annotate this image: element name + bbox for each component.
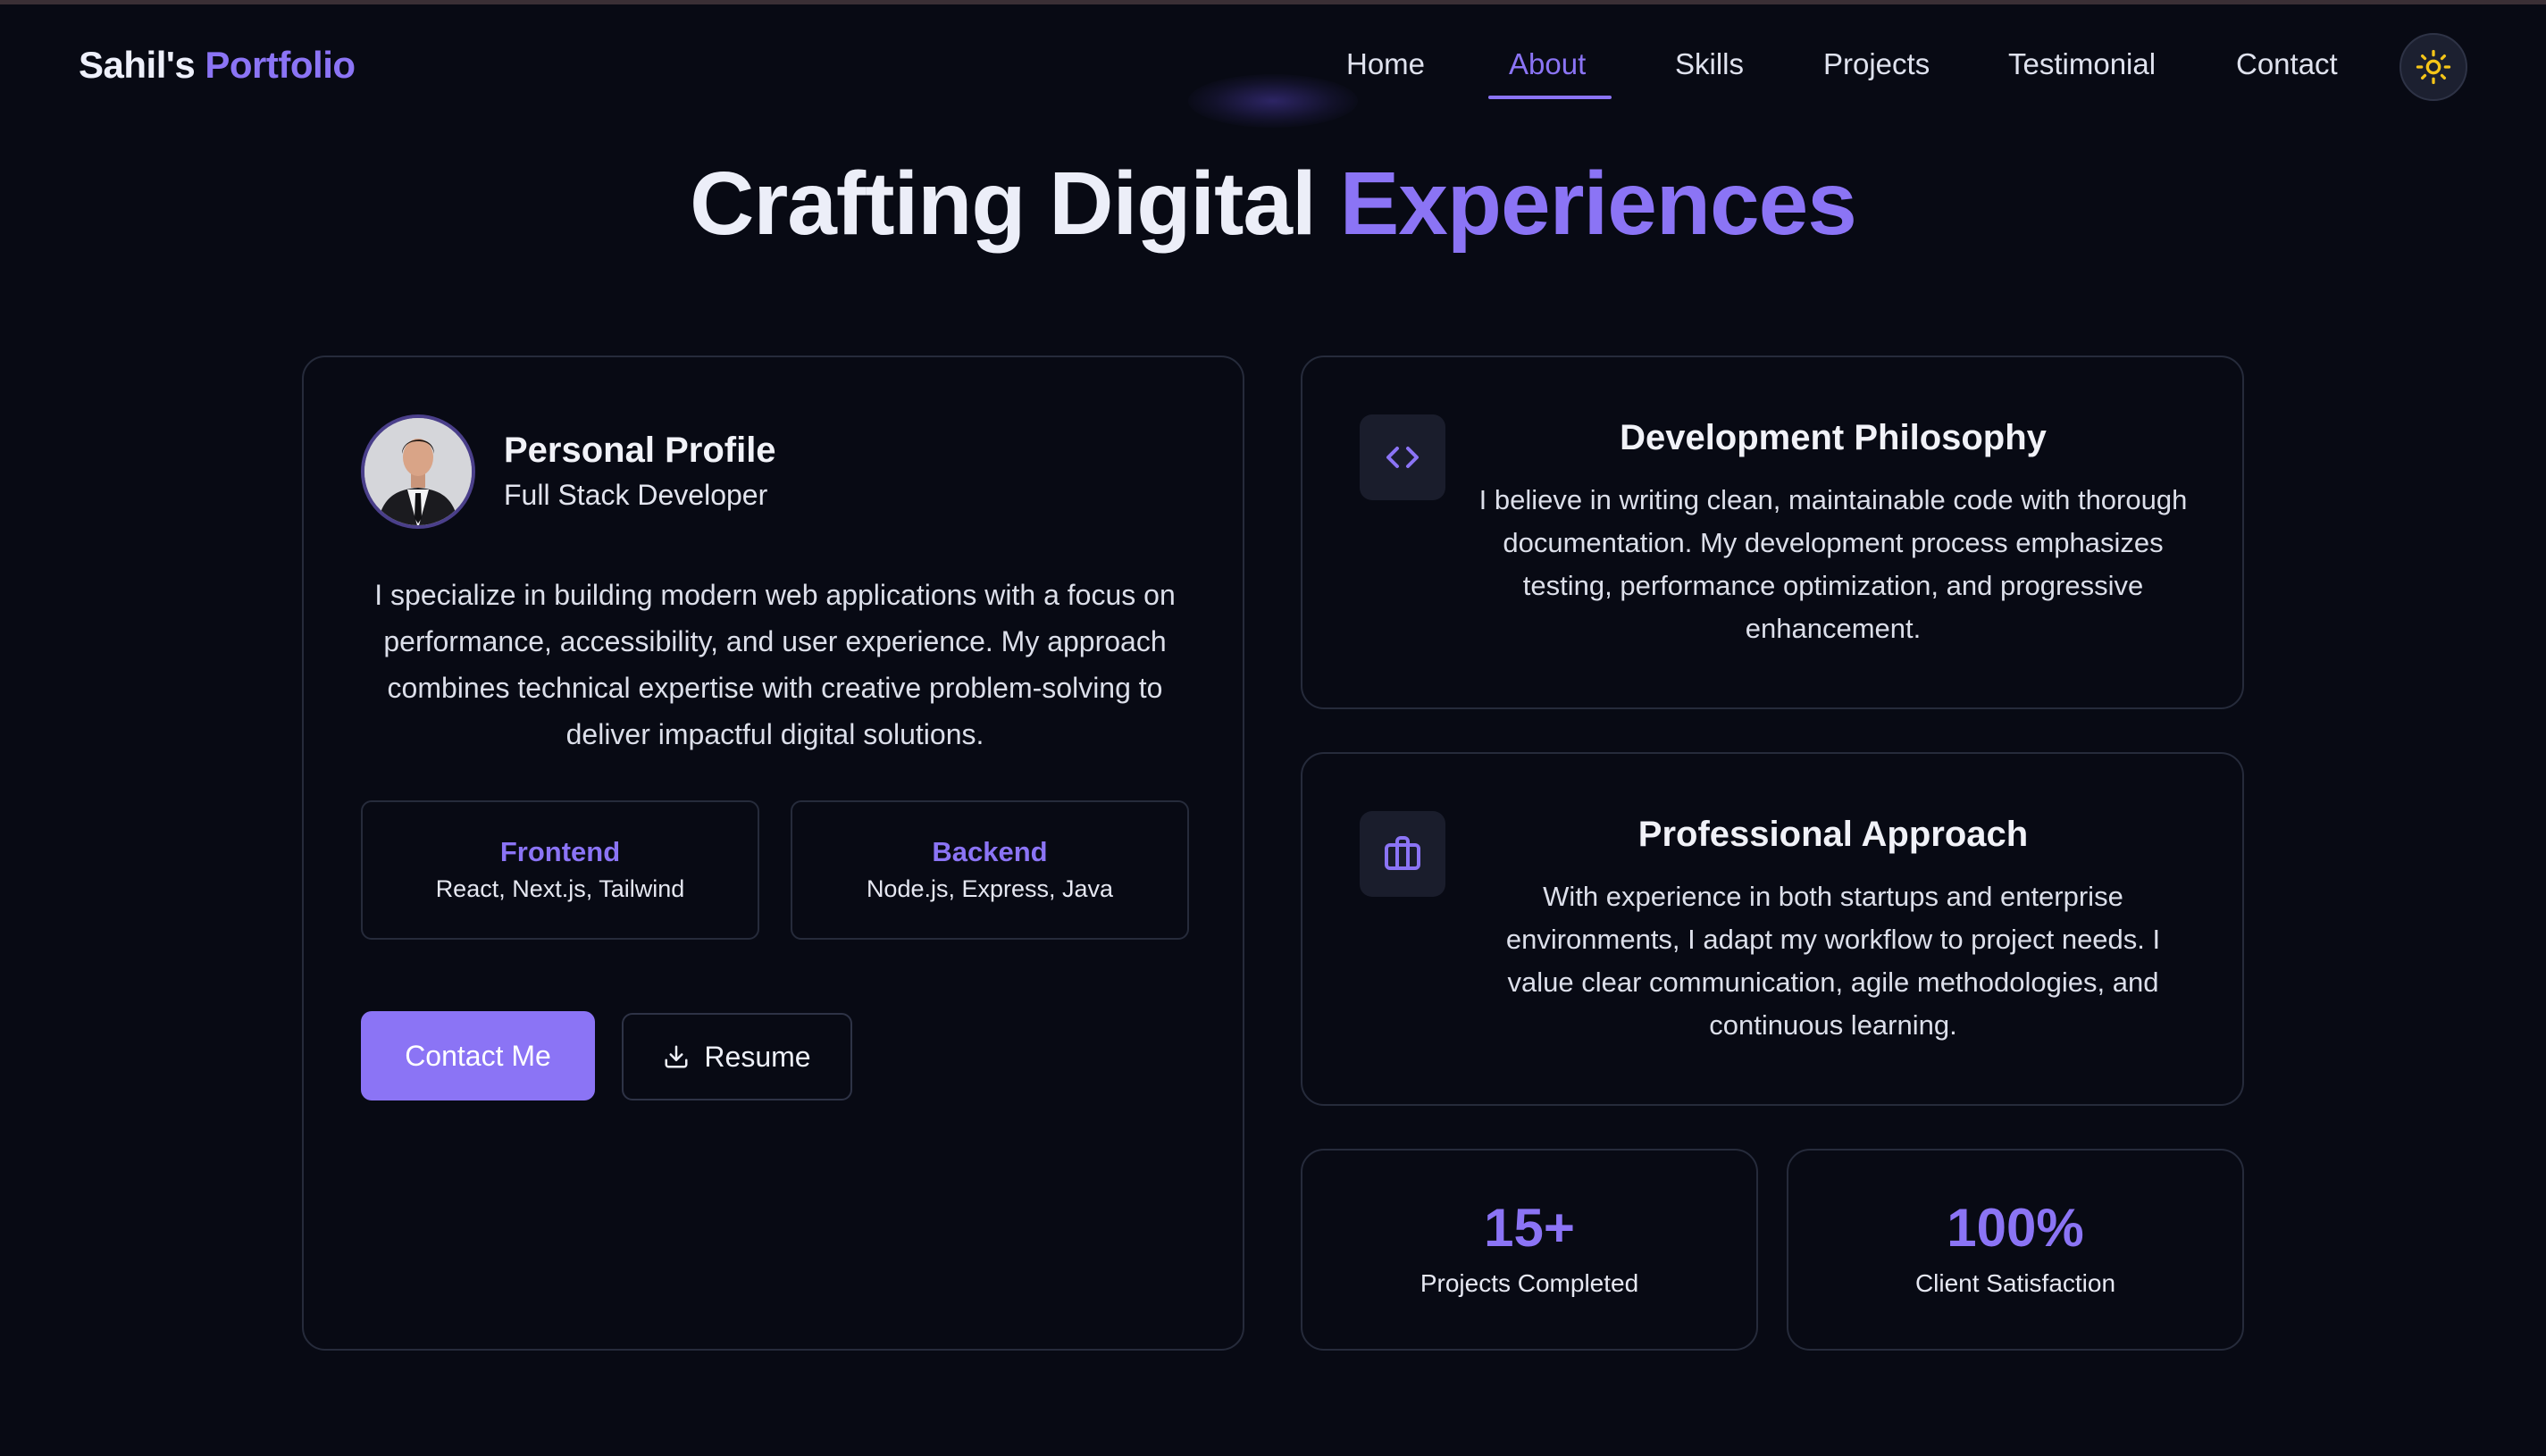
approach-description: With experience in both startups and ent… — [1505, 881, 2161, 1041]
stat-card-projects: 15+ Projects Completed — [1301, 1149, 1758, 1351]
icon-box — [1360, 811, 1445, 897]
contact-me-button[interactable]: Contact Me — [361, 1011, 595, 1100]
code-icon — [1386, 447, 1419, 468]
page-title: Crafting Digital Experiences — [0, 150, 2546, 257]
philosophy-title: Development Philosophy — [1620, 418, 2047, 457]
nav-item-projects[interactable]: Projects — [1823, 47, 1930, 81]
nav-glow — [1188, 74, 1358, 128]
professional-approach-card: Professional Approach With experience in… — [1301, 752, 2244, 1106]
nav-item-home[interactable]: Home — [1346, 47, 1425, 81]
stat-label: Projects Completed — [1420, 1269, 1639, 1297]
avatar — [361, 414, 475, 529]
title-plain: Crafting Digital — [690, 154, 1317, 254]
stat-value: 15+ — [1484, 1198, 1575, 1258]
skill-box-backend: Backend Node.js, Express, Java — [791, 800, 1189, 940]
active-nav-underline — [1488, 96, 1612, 99]
stat-label: Client Satisfaction — [1914, 1269, 2116, 1297]
person-photo-icon — [364, 418, 472, 525]
nav-item-skills[interactable]: Skills — [1675, 47, 1744, 81]
personal-profile-card: Personal Profile Full Stack Developer I … — [302, 356, 1244, 1351]
download-icon — [665, 1045, 688, 1068]
stat-card-satisfaction: 100% Client Satisfaction — [1787, 1149, 2244, 1351]
philosophy-description: I believe in writing clean, maintainable… — [1478, 484, 2188, 644]
navbar: Sahil's Portfolio Home About Skills Proj… — [0, 4, 2546, 128]
icon-box — [1360, 414, 1445, 500]
development-philosophy-card: Development Philosophy I believe in writ… — [1301, 356, 2244, 709]
sun-icon — [2416, 49, 2451, 85]
nav-item-contact[interactable]: Contact — [2236, 47, 2338, 81]
profile-title: Personal Profile — [504, 431, 776, 470]
title-accent: Experiences — [1339, 154, 1857, 254]
theme-toggle-button[interactable] — [2399, 33, 2467, 101]
nav-item-testimonial[interactable]: Testimonial — [2008, 47, 2156, 81]
nav-item-about[interactable]: About — [1509, 47, 1586, 81]
skill-title: Frontend — [499, 836, 621, 867]
stat-value: 100% — [1947, 1198, 2084, 1258]
profile-description: I specialize in building modern web appl… — [374, 579, 1176, 750]
skill-box-frontend: Frontend React, Next.js, Tailwind — [361, 800, 759, 940]
resume-button[interactable]: Resume — [622, 1013, 852, 1100]
brand-logo[interactable]: Sahil's Portfolio — [79, 44, 356, 87]
skill-detail: Node.js, Express, Java — [866, 875, 1114, 902]
skill-detail: React, Next.js, Tailwind — [435, 875, 685, 902]
profile-subtitle: Full Stack Developer — [504, 479, 768, 511]
brand-second: Portfolio — [205, 44, 356, 86]
briefcase-icon — [1385, 836, 1420, 870]
approach-title: Professional Approach — [1637, 815, 2029, 854]
brand-first: Sahil's — [79, 44, 196, 86]
resume-label: Resume — [704, 1040, 811, 1073]
skill-title: Backend — [932, 836, 1048, 867]
